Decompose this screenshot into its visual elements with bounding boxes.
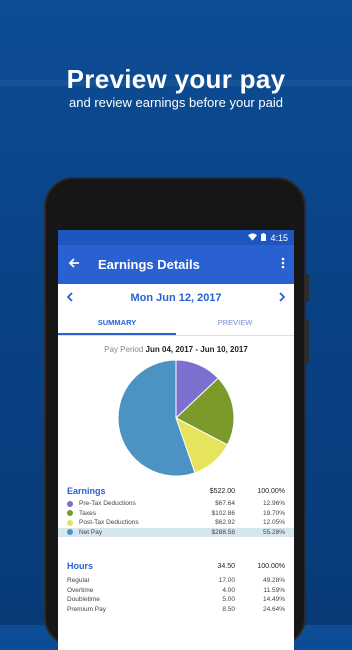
earnings-row-label: Taxes <box>79 509 96 517</box>
earnings-row-pct: 12.96% <box>262 500 285 508</box>
pay-period-label: Pay Period <box>104 345 144 354</box>
hours-total-pct: 100.00% <box>257 562 285 570</box>
hours-row[interactable]: Doubletime 5.00 14.49% <box>67 595 285 605</box>
status-bar: 4:15 <box>58 230 294 245</box>
hours-row-amount: 17.00 <box>218 577 235 585</box>
earnings-row-amount: $62.92 <box>215 519 235 527</box>
next-date-chevron-icon[interactable] <box>278 291 286 305</box>
hours-row-pct: 49.28% <box>262 577 285 585</box>
hours-row[interactable]: Premium Pay 8.50 24.64% <box>67 605 285 615</box>
legend-dot-icon <box>67 500 73 507</box>
hours-row-amount: 5.00 <box>222 596 235 604</box>
pay-period-range: Jun 04, 2017 - Jun 10, 2017 <box>145 345 248 354</box>
battery-icon <box>261 232 267 243</box>
hours-row-pct: 14.49% <box>262 596 285 604</box>
hours-title: Hours <box>67 561 94 571</box>
overflow-menu-icon[interactable] <box>272 257 294 272</box>
promo-headline: Preview your pay <box>66 64 286 94</box>
earnings-row-label: Pre-Tax Deductions <box>79 500 136 508</box>
pay-period: Pay Period Jun 04, 2017 - Jun 10, 2017 <box>58 345 294 354</box>
power-button <box>305 319 309 363</box>
earnings-title: Earnings <box>67 486 106 496</box>
tab-preview[interactable]: PREVIEW <box>176 312 294 335</box>
earnings-row[interactable]: Taxes $102.86 19.70% <box>67 509 285 519</box>
earnings-total: $522.00 <box>209 487 235 495</box>
earnings-row-amount: $67.64 <box>215 500 235 508</box>
hours-row-label: Overtime <box>67 586 94 594</box>
hours-row-amount: 4.00 <box>222 586 235 594</box>
earnings-row-label: Net Pay <box>79 528 103 536</box>
earnings-row-selected[interactable]: Net Pay $288.58 55.28% <box>58 527 294 537</box>
back-arrow-icon[interactable] <box>58 256 90 273</box>
legend-dot-icon <box>67 519 73 526</box>
hours-row-label: Premium Pay <box>67 605 107 613</box>
previous-date-chevron-icon[interactable] <box>66 291 74 305</box>
app-screen: 4:15 Earnings Details Mon Jun 12, 2017 S… <box>58 230 294 650</box>
phone-frame: 4:15 Earnings Details Mon Jun 12, 2017 S… <box>44 177 309 650</box>
tab-bar: SUMMARY PREVIEW <box>58 312 294 336</box>
hours-row[interactable]: Overtime 4.00 11.59% <box>67 586 285 596</box>
hours-total: 34.50 <box>217 562 235 570</box>
volume-button <box>305 274 309 302</box>
current-date: Mon Jun 12, 2017 <box>130 292 222 304</box>
earnings-row-pct: 12.05% <box>262 519 285 527</box>
earnings-row[interactable]: Pre-Tax Deductions $67.64 12.96% <box>67 499 285 509</box>
hours-row-pct: 11.59% <box>263 586 285 594</box>
wifi-icon <box>248 232 258 243</box>
hours-row[interactable]: Regular 17.00 49.28% <box>67 576 285 586</box>
page-title: Earnings Details <box>98 257 200 272</box>
hours-row-label: Doubletime <box>67 596 100 604</box>
legend-dot-icon <box>67 510 73 517</box>
hours-row-pct: 24.64% <box>262 605 285 613</box>
earnings-row-pct: 19.70% <box>262 509 285 517</box>
earnings-header: Earnings $522.00 100.00% <box>67 486 285 496</box>
tab-summary[interactable]: SUMMARY <box>58 312 176 335</box>
hours-header: Hours 34.50 100.00% <box>67 561 285 571</box>
hours-row-label: Regular <box>67 577 90 585</box>
earnings-row-pct: 55.28% <box>262 528 285 536</box>
app-bar: Earnings Details <box>58 245 294 284</box>
promo-subheadline: and review earnings before your paid <box>69 95 283 110</box>
status-time: 4:15 <box>270 232 288 243</box>
legend-dot-icon <box>67 529 73 536</box>
earnings-row-amount: $288.58 <box>211 528 236 536</box>
earnings-row[interactable]: Post-Tax Deductions $62.92 12.05% <box>67 518 285 528</box>
date-navigator: Mon Jun 12, 2017 <box>58 284 294 312</box>
earnings-row-label: Post-Tax Deductions <box>79 519 139 527</box>
earnings-pie-chart <box>117 359 235 477</box>
earnings-total-pct: 100.00% <box>257 487 285 495</box>
earnings-section: Earnings $522.00 100.00% Pre-Tax Deducti… <box>58 486 294 614</box>
hours-row-amount: 8.50 <box>222 605 235 613</box>
earnings-row-amount: $102.86 <box>211 509 236 517</box>
